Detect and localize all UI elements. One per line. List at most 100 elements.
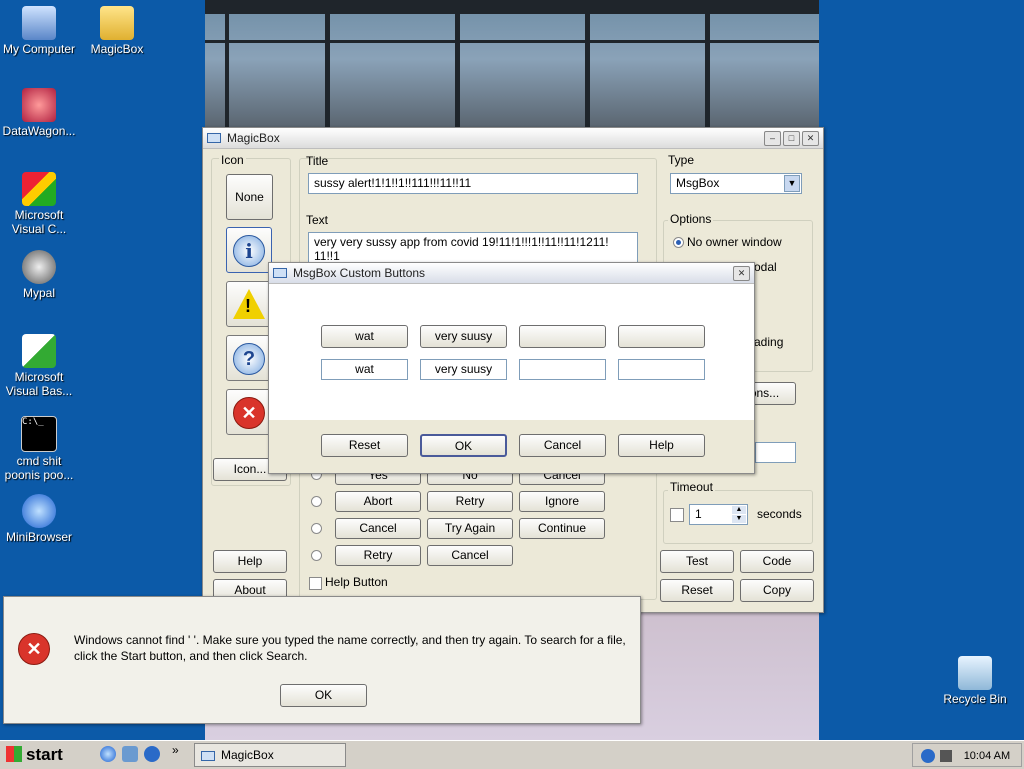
- button-label-input-3[interactable]: [519, 359, 606, 380]
- timeout-value: 1: [695, 507, 702, 521]
- folder-icon: [100, 6, 134, 40]
- custom-buttons-dialog: MsgBox Custom Buttons ✕ wat very suusy w…: [268, 262, 755, 474]
- tray-speaker-icon[interactable]: [940, 749, 953, 762]
- help-button[interactable]: Help: [213, 550, 287, 573]
- desktop-icon-mypal[interactable]: Mypal: [0, 250, 84, 300]
- question-icon: ?: [233, 343, 265, 375]
- spin-up-icon[interactable]: ▲: [732, 506, 746, 514]
- quicklaunch-overflow-icon[interactable]: »: [172, 743, 179, 757]
- button-set-radio[interactable]: [311, 550, 322, 561]
- computer-icon: [22, 6, 56, 40]
- tray-network-icon[interactable]: [921, 748, 935, 763]
- preview-button-2[interactable]: very suusy: [420, 325, 507, 348]
- no-owner-radio[interactable]: [673, 237, 684, 248]
- icon-none-button[interactable]: None: [226, 174, 273, 220]
- text-input[interactable]: very very sussy app from covid 19!11!1!!…: [308, 232, 638, 264]
- window-app-icon: [207, 133, 221, 143]
- options-label: Options: [668, 212, 714, 226]
- minimize-icon[interactable]: –: [764, 130, 781, 146]
- desktop-icon-visual-c[interactable]: Microsoft Visual C...: [0, 172, 84, 236]
- preview-button-1[interactable]: wat: [321, 325, 408, 348]
- retry-button[interactable]: Retry: [427, 491, 513, 512]
- windows-logo-icon: [6, 746, 22, 762]
- desktop-icon-datawagon[interactable]: DataWagon...: [0, 88, 84, 138]
- title-input[interactable]: sussy alert!1!1!!1!!111!!!11!!11: [308, 173, 638, 194]
- media-player-icon[interactable]: [144, 746, 160, 762]
- timeout-checkbox[interactable]: [670, 508, 684, 522]
- button-set-radio[interactable]: [311, 496, 322, 507]
- visual-basic-icon: [22, 334, 56, 368]
- info-icon: i: [233, 235, 265, 267]
- ignore-button[interactable]: Ignore: [519, 491, 605, 512]
- help-button-checkbox-label: Help Button: [325, 575, 388, 589]
- visual-c-icon: [22, 172, 56, 206]
- timeout-unit: seconds: [757, 507, 802, 521]
- recycle-bin-icon: [958, 656, 992, 690]
- close-icon[interactable]: ✕: [733, 265, 750, 281]
- continue-button[interactable]: Continue: [519, 518, 605, 539]
- code-button[interactable]: Code: [740, 550, 814, 573]
- button-label-input-4[interactable]: [618, 359, 705, 380]
- question-icon-button[interactable]: ?: [226, 335, 272, 381]
- no-owner-label: No owner window: [687, 235, 782, 249]
- timeout-spinner[interactable]: 1 ▲ ▼: [689, 504, 748, 525]
- loading-option-label: ading: [754, 335, 784, 349]
- cmd-icon: C:\_: [21, 416, 57, 452]
- preview-panel: [269, 284, 754, 420]
- spin-down-icon[interactable]: ▼: [732, 515, 746, 523]
- desktop-icon-visual-basic[interactable]: Microsoft Visual Bas...: [0, 334, 84, 398]
- text-label: Text: [306, 213, 329, 227]
- timeout-label: Timeout: [668, 480, 715, 494]
- retry-button[interactable]: Retry: [335, 545, 421, 566]
- raccoon-icon: [22, 250, 56, 284]
- test-button[interactable]: Test: [660, 550, 734, 573]
- error-icon: ✕: [18, 633, 50, 665]
- window-app-icon: [201, 750, 215, 761]
- custom-buttons-titlebar[interactable]: MsgBox Custom Buttons ✕: [269, 263, 754, 284]
- desktop-icon-cmd[interactable]: C:\_ cmd shit poonis poo...: [0, 416, 84, 482]
- start-button[interactable]: start: [2, 743, 82, 767]
- button-label-input-2[interactable]: very suusy: [420, 359, 507, 380]
- error-message-line2: click the Start button, and then click S…: [74, 649, 308, 663]
- help-button-checkbox[interactable]: [309, 577, 322, 590]
- type-select[interactable]: MsgBox ▼: [670, 173, 802, 194]
- warning-icon-button[interactable]: !: [226, 281, 272, 327]
- try-again-button[interactable]: Try Again: [427, 518, 513, 539]
- error-icon-button[interactable]: ✕: [226, 389, 272, 435]
- reset-button[interactable]: Reset: [660, 579, 734, 602]
- desktop-icon-recycle-bin[interactable]: Recycle Bin: [930, 656, 1020, 706]
- copy-button[interactable]: Copy: [740, 579, 814, 602]
- desktop-icon-magicbox[interactable]: MagicBox: [72, 6, 162, 56]
- preview-button-3[interactable]: [519, 325, 606, 348]
- close-icon[interactable]: ✕: [802, 130, 819, 146]
- taskbar-item-magicbox[interactable]: MagicBox: [194, 743, 346, 767]
- cancel-button[interactable]: Cancel: [427, 545, 513, 566]
- taskbar: start » MagicBox 10:04 AM: [0, 740, 1024, 769]
- button-set-radio[interactable]: [311, 523, 322, 534]
- magicbox-titlebar[interactable]: MagicBox – □ ✕: [203, 128, 823, 149]
- preview-button-4[interactable]: [618, 325, 705, 348]
- error-ok-button[interactable]: OK: [280, 684, 367, 707]
- type-select-value: MsgBox: [676, 176, 720, 190]
- error-message-line1: Windows cannot find ' '. Make sure you t…: [74, 633, 626, 647]
- dialog-help-button[interactable]: Help: [618, 434, 705, 457]
- desktop-icon-minibrowser[interactable]: MiniBrowser: [0, 494, 84, 544]
- chevron-down-icon[interactable]: ▼: [784, 175, 800, 192]
- dialog-cancel-button[interactable]: Cancel: [519, 434, 606, 457]
- partial-input[interactable]: [755, 442, 796, 463]
- dialog-ok-button[interactable]: OK: [420, 434, 507, 457]
- quicklaunch-icon[interactable]: [122, 746, 138, 762]
- abort-button[interactable]: Abort: [335, 491, 421, 512]
- dialog-reset-button[interactable]: Reset: [321, 434, 408, 457]
- button-label-input-1[interactable]: wat: [321, 359, 408, 380]
- window-app-icon: [273, 268, 287, 278]
- info-icon-button[interactable]: i: [226, 227, 272, 273]
- error-dialog-titlebar[interactable]: [4, 597, 640, 613]
- error-icon: ✕: [233, 397, 265, 429]
- cancel-button[interactable]: Cancel: [335, 518, 421, 539]
- system-tray: 10:04 AM: [912, 743, 1022, 767]
- ie-quicklaunch-icon[interactable]: [100, 746, 116, 762]
- icon-group-label: Icon: [219, 153, 246, 167]
- maximize-icon[interactable]: □: [783, 130, 800, 146]
- shortcut-icon: [22, 88, 56, 122]
